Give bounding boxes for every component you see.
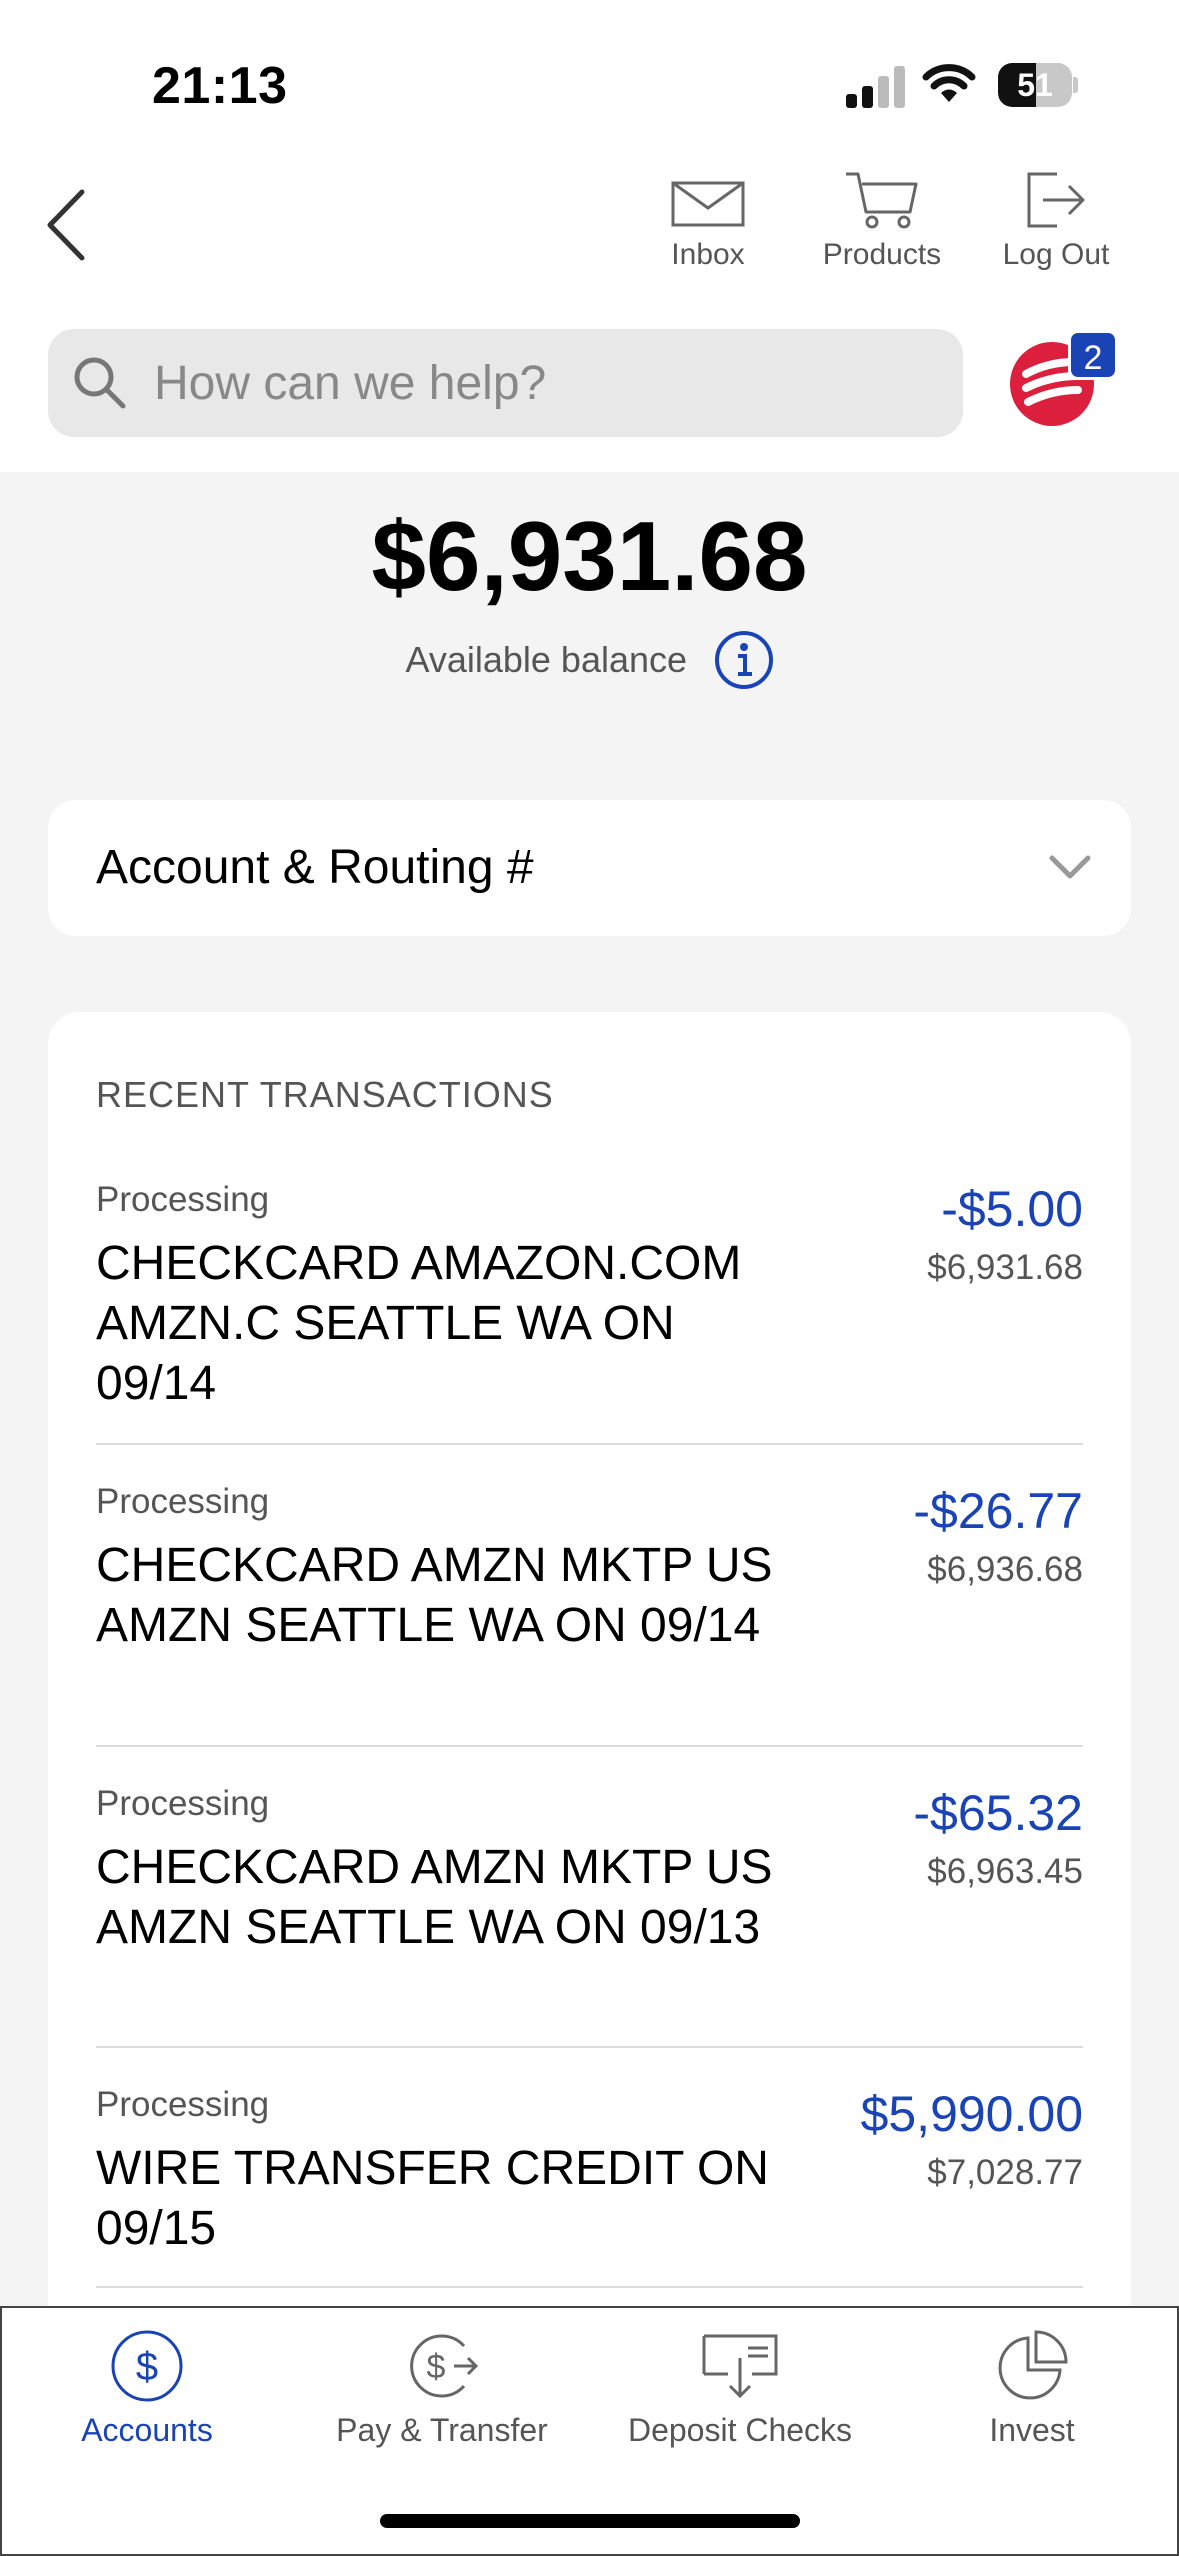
products-button[interactable]: Products xyxy=(800,170,964,272)
account-routing-title: Account & Routing # xyxy=(96,841,534,894)
svg-text:$: $ xyxy=(136,2345,158,2389)
transaction-running-balance: $6,936.68 xyxy=(927,1550,1083,1589)
logout-label: Log Out xyxy=(1002,238,1110,271)
search-icon xyxy=(74,357,126,409)
transaction-description: CHECKCARD AMAZON.COM AMZN.C SEATTLE WA O… xyxy=(96,1237,742,1410)
recent-transactions-heading: RECENT TRANSACTIONS xyxy=(96,1074,554,1115)
chevron-left-icon xyxy=(47,189,85,261)
battery-icon: 51 xyxy=(998,63,1078,107)
pay-transfer-icon: $ xyxy=(410,2334,479,2398)
transaction-row[interactable]: Processing CHECKCARD AMZN MKTP US AMZN S… xyxy=(96,1784,1083,1958)
wifi-icon xyxy=(922,62,976,109)
transaction-row[interactable]: Processing CHECKCARD AMZN MKTP US AMZN S… xyxy=(96,1482,1083,1656)
tab-accounts[interactable]: $ Accounts xyxy=(42,2328,252,2449)
cart-icon xyxy=(846,172,918,229)
transaction-amount: $5,990.00 xyxy=(860,2086,1083,2142)
notification-badge: 2 xyxy=(1068,330,1118,380)
transaction-running-balance: $6,963.45 xyxy=(927,1852,1083,1891)
cellular-signal-icon xyxy=(846,66,906,108)
check-deposit-icon xyxy=(702,2334,778,2399)
transaction-running-balance: $6,931.68 xyxy=(927,1248,1083,1287)
pie-chart-icon xyxy=(998,2330,1068,2400)
info-icon[interactable] xyxy=(714,630,774,690)
back-button[interactable] xyxy=(40,180,100,270)
transaction-row[interactable]: Processing WIRE TRANSFER CREDIT ON 09/15… xyxy=(96,2085,1083,2259)
logout-button[interactable]: Log Out xyxy=(990,170,1122,272)
divider xyxy=(96,1745,1083,1747)
transaction-description: CHECKCARD AMZN MKTP US AMZN SEATTLE WA O… xyxy=(96,1841,773,1954)
products-label: Products xyxy=(822,238,942,271)
transaction-description: WIRE TRANSFER CREDIT ON 09/15 xyxy=(96,2142,769,2255)
tab-pay-transfer-label: Pay & Transfer xyxy=(336,2412,548,2448)
svg-text:$: $ xyxy=(427,2348,446,2386)
tab-pay-transfer[interactable]: $ Pay & Transfer xyxy=(322,2328,562,2449)
envelope-icon xyxy=(671,181,745,227)
account-routing-card[interactable]: Account & Routing # xyxy=(48,800,1131,936)
transaction-amount: -$65.32 xyxy=(913,1785,1083,1841)
dollar-circle-icon: $ xyxy=(111,2330,183,2402)
inbox-label: Inbox xyxy=(671,238,745,271)
status-time: 21:13 xyxy=(152,57,288,115)
balance-label-row: Available balance xyxy=(0,630,1179,690)
search-input[interactable] xyxy=(154,329,934,437)
tab-deposit-checks[interactable]: Deposit Checks xyxy=(602,2328,878,2449)
tab-accounts-label: Accounts xyxy=(81,2412,213,2448)
logout-icon xyxy=(1027,172,1085,228)
battery-percentage: 51 xyxy=(1017,67,1053,103)
transaction-row[interactable]: Processing CHECKCARD AMAZON.COM AMZN.C S… xyxy=(96,1180,1083,1414)
divider xyxy=(96,2286,1083,2288)
inbox-button[interactable]: Inbox xyxy=(650,170,766,272)
chevron-down-icon xyxy=(1049,855,1091,879)
tab-invest[interactable]: Invest xyxy=(942,2328,1122,2449)
available-balance-amount: $6,931.68 xyxy=(371,501,808,611)
home-indicator xyxy=(380,2514,800,2528)
search-bar[interactable] xyxy=(48,329,963,437)
transaction-amount: -$5.00 xyxy=(941,1181,1083,1237)
transaction-running-balance: $7,028.77 xyxy=(927,2153,1083,2192)
transaction-description: CHECKCARD AMZN MKTP US AMZN SEATTLE WA O… xyxy=(96,1539,773,1652)
divider xyxy=(96,2046,1083,2048)
tab-invest-label: Invest xyxy=(989,2412,1075,2448)
tab-deposit-checks-label: Deposit Checks xyxy=(627,2412,853,2448)
transaction-status: Processing xyxy=(96,1180,270,1219)
divider xyxy=(96,1443,1083,1445)
transaction-amount: -$26.77 xyxy=(913,1483,1083,1539)
available-balance-label: Available balance xyxy=(405,639,688,680)
